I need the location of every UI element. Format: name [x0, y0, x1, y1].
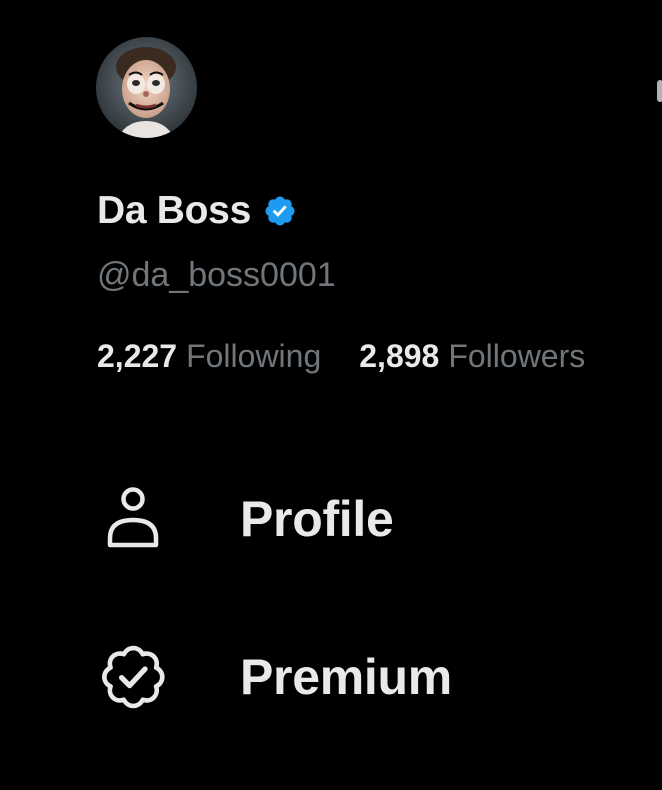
menu-item-label: Premium: [240, 649, 452, 705]
followers-count: 2,898: [359, 338, 440, 374]
follow-stats: 2,227 Following 2,898 Followers: [97, 338, 585, 375]
account-drawer: Da Boss @da_boss0001 2,227 Following 2,8…: [0, 0, 662, 790]
following-label: Following: [186, 338, 322, 374]
following-count: 2,227: [97, 338, 178, 374]
user-handle[interactable]: @da_boss0001: [97, 256, 336, 295]
verified-badge-icon: [263, 194, 297, 228]
person-icon: [96, 482, 170, 556]
premium-badge-icon: [96, 640, 170, 714]
menu-item-label: Profile: [240, 491, 394, 547]
followers-link[interactable]: 2,898 Followers: [359, 338, 585, 375]
partial-edge-element: [657, 80, 662, 102]
following-link[interactable]: 2,227 Following: [97, 338, 321, 375]
followers-label: Followers: [448, 338, 586, 374]
menu-item-premium[interactable]: Premium: [96, 640, 452, 714]
menu-item-profile[interactable]: Profile: [96, 482, 394, 556]
avatar-image: [96, 37, 197, 138]
avatar[interactable]: [96, 37, 197, 138]
name-row: Da Boss: [97, 188, 297, 234]
display-name[interactable]: Da Boss: [97, 189, 251, 233]
